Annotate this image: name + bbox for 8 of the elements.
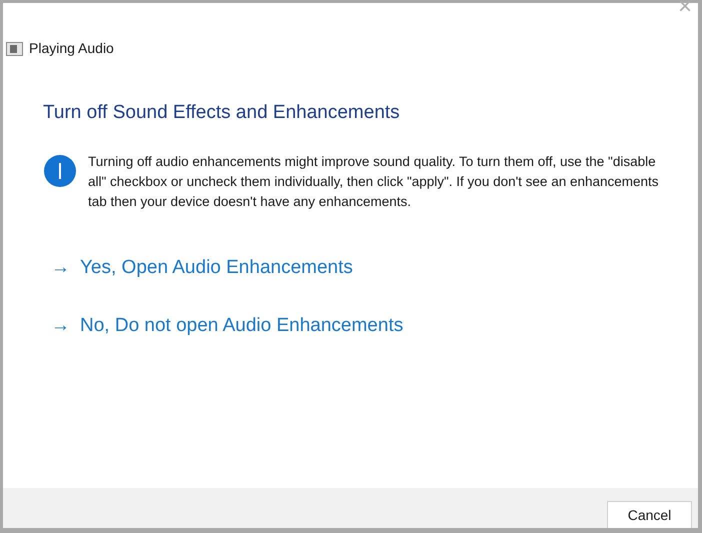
cancel-button[interactable]: Cancel [607, 501, 692, 528]
window-title: Playing Audio [29, 39, 114, 58]
info-text: Turning off audio enhancements might improve sound quality. To turn them off, use the "disable all" checkbox or uncheck them individually, then click "apply". If you don't see an enhancements tab then your device doesn't have any enhancements. [88, 152, 660, 211]
heading: Turn off Sound Effects and Enhancements [43, 101, 401, 125]
command-link[interactable]: → No, Do not open Audio Enhancements [51, 312, 404, 340]
speaker-icon [6, 42, 23, 56]
command-link[interactable]: → Yes, Open Audio Enhancements [51, 254, 353, 282]
info-icon [44, 154, 76, 186]
